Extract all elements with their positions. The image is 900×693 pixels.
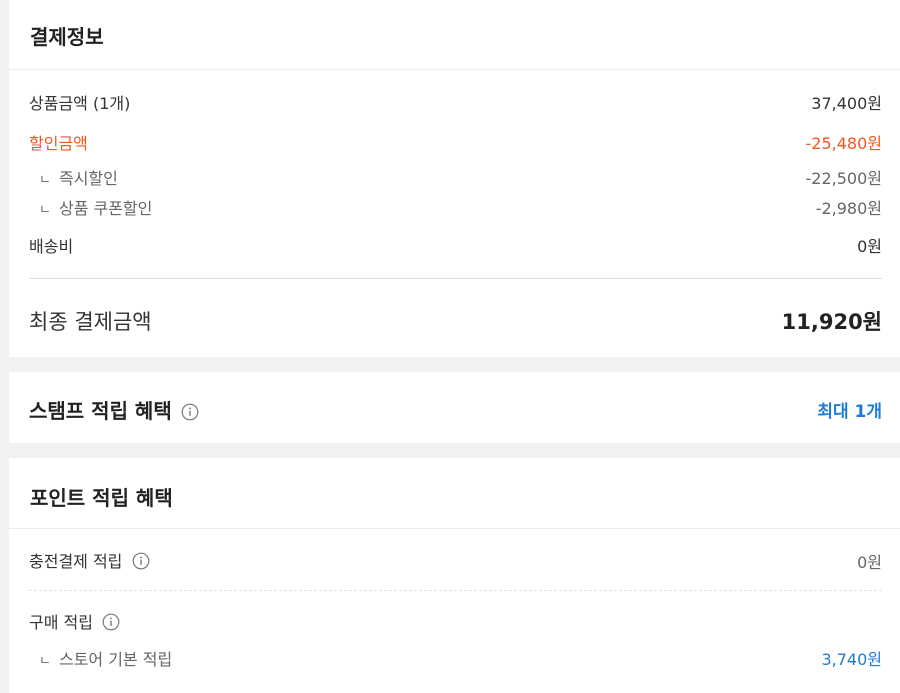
payment-info-title: 결제정보 — [30, 25, 104, 49]
final-amount-label: 최종 결제금액 — [29, 310, 152, 334]
product-amount-row: 상품금액 (1개) 37,400원 — [29, 90, 882, 114]
stamp-benefit-title: 스탬프 적립 혜택 — [29, 399, 172, 423]
discount-amount-label: 할인금액 — [29, 134, 88, 153]
coupon-discount-row: ㄴ 상품 쿠폰할인 -2,980원 — [29, 195, 882, 219]
store-basic-earn-row: ㄴ 스토어 기본 적립 3,740원 — [29, 646, 882, 670]
coupon-discount-value: -2,980원 — [815, 199, 882, 218]
info-icon[interactable] — [132, 552, 150, 574]
final-amount-row: 최종 결제금액 11,920원 — [29, 306, 882, 336]
charge-earn-value: 0원 — [857, 552, 882, 572]
stamp-benefit-row: 스탬프 적립 혜택 최대 1개 — [29, 395, 882, 425]
charge-earn-label: 충전결제 적립 — [29, 552, 123, 571]
sub-prefix: ㄴ — [39, 654, 51, 669]
final-amount-value: 11,920원 — [781, 310, 882, 334]
point-benefit-card: 포인트 적립 혜택 충전결제 적립 0원 구매 적립 ㄴ 스토어 기본 적립 3,… — [9, 458, 900, 693]
sub-prefix: ㄴ — [39, 173, 51, 188]
divider — [9, 69, 900, 70]
sub-prefix: ㄴ — [39, 203, 51, 218]
divider — [9, 528, 900, 529]
discount-amount-row: 할인금액 -25,480원 — [29, 130, 882, 154]
stamp-benefit-card: 스탬프 적립 혜택 최대 1개 — [9, 372, 900, 443]
coupon-discount-label: 상품 쿠폰할인 — [58, 199, 153, 218]
instant-discount-row: ㄴ 즉시할인 -22,500원 — [29, 165, 882, 189]
shipping-row: 배송비 0원 — [29, 233, 882, 257]
shipping-label: 배송비 — [29, 237, 74, 256]
discount-amount-value: -25,480원 — [805, 134, 882, 153]
purchase-earn-label: 구매 적립 — [29, 613, 93, 632]
point-benefit-title: 포인트 적립 혜택 — [30, 486, 173, 510]
charge-earn-row: 충전결제 적립 0원 — [29, 548, 882, 574]
instant-discount-value: -22,500원 — [805, 169, 882, 188]
info-icon[interactable] — [102, 613, 120, 635]
store-basic-earn-value: 3,740원 — [821, 650, 882, 669]
product-amount-value: 37,400원 — [811, 94, 882, 113]
divider — [29, 278, 882, 279]
product-amount-label: 상품금액 (1개) — [29, 94, 131, 113]
stamp-benefit-value: 최대 1개 — [817, 402, 882, 423]
dashed-divider — [29, 590, 882, 591]
instant-discount-label: 즉시할인 — [58, 169, 118, 188]
store-basic-earn-label: 스토어 기본 적립 — [58, 650, 173, 669]
shipping-value: 0원 — [857, 237, 882, 256]
info-icon[interactable] — [181, 403, 199, 425]
purchase-earn-row: 구매 적립 — [29, 609, 882, 635]
payment-info-card: 결제정보 상품금액 (1개) 37,400원 할인금액 -25,480원 ㄴ 즉시… — [9, 0, 900, 357]
